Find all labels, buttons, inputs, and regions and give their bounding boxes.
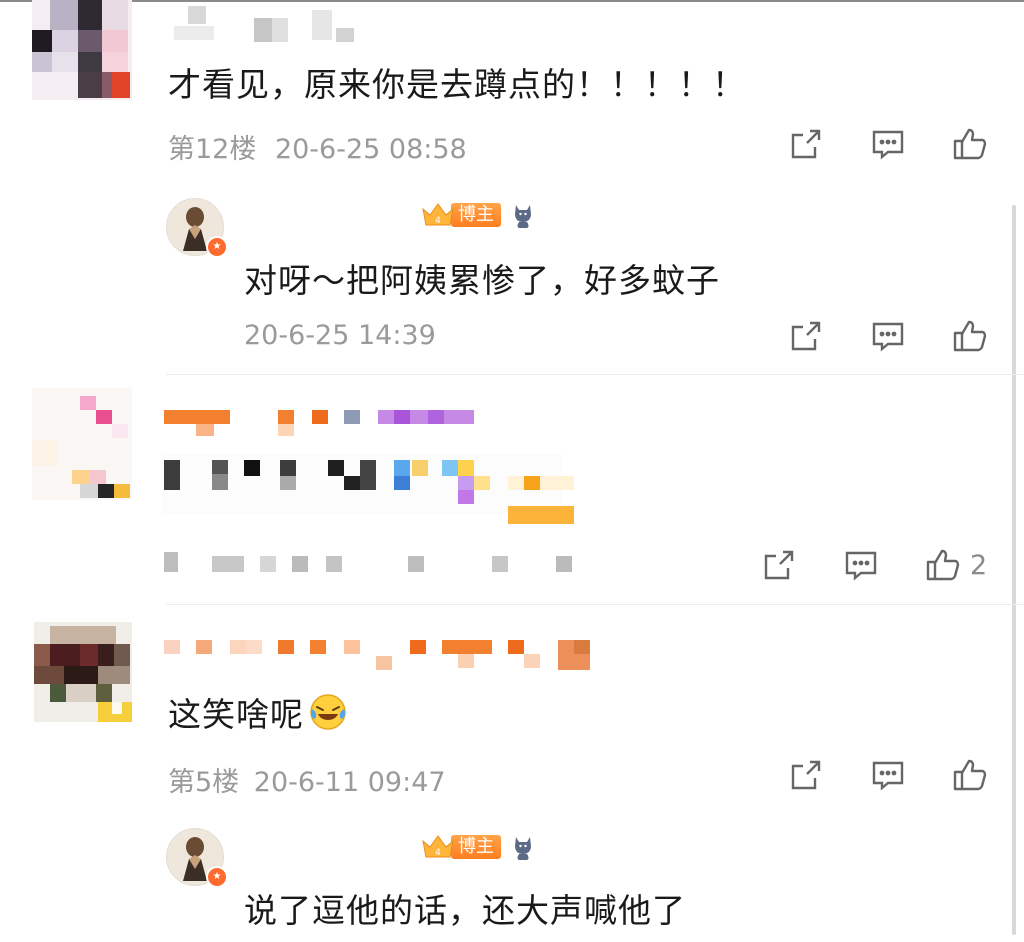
cat-icon: [511, 201, 535, 229]
timestamp: 20-6-25 08:58: [274, 134, 467, 165]
reply-item-3: ★ 4 博主 说了逗他的话，还大声喊他了: [0, 812, 1024, 942]
comment-text-content: 这笑啥呢: [168, 695, 304, 734]
thumbs-up-icon[interactable]: [951, 125, 989, 163]
comment-meta-pixelated: [162, 552, 582, 576]
user-avatar-pixelated[interactable]: [32, 0, 132, 100]
thumbs-up-icon[interactable]: [924, 546, 962, 584]
comment-item-2: 2: [0, 376, 1024, 604]
like-count: 2: [970, 549, 988, 581]
share-icon[interactable]: [787, 317, 825, 355]
comment-divider: [166, 604, 1024, 605]
share-icon[interactable]: [787, 125, 825, 163]
timestamp: 20-6-11 09:47: [253, 767, 446, 798]
username-pixelated[interactable]: [162, 408, 482, 438]
comment-item-3: 这笑啥呢 第5楼 20-6-11 09:47: [0, 606, 1024, 806]
comment-actions: [787, 125, 989, 163]
crown-level-icon: 4: [421, 833, 455, 861]
svg-text:4: 4: [435, 848, 441, 858]
reply-text: 对呀～把阿姨累惨了，好多蚊子: [244, 261, 720, 300]
comment-actions: 2: [760, 546, 987, 584]
laugh-cry-emoji-icon: [308, 692, 348, 732]
user-avatar-pixelated[interactable]: [34, 622, 132, 722]
comment-icon[interactable]: [869, 125, 907, 163]
comment-divider: [166, 374, 1024, 375]
share-icon[interactable]: [760, 546, 798, 584]
comment-text: 才看见，原来你是去蹲点的！！！！！: [168, 65, 746, 104]
cat-icon: [511, 833, 535, 861]
svg-text:4: 4: [435, 216, 441, 226]
reply-actions: [787, 317, 989, 355]
reply-text: 说了逗他的话，还大声喊他了: [244, 891, 686, 930]
crown-level-icon: 4: [421, 201, 455, 229]
share-icon[interactable]: [787, 756, 825, 794]
comment-text: 这笑啥呢: [168, 688, 348, 736]
comment-icon[interactable]: [842, 546, 880, 584]
reply-timestamp: 20-6-25 14:39: [244, 320, 436, 351]
comment-meta: 第12楼 20-6-25 08:58: [168, 127, 467, 166]
blogger-badge: 4 博主: [421, 200, 535, 230]
verified-badge-icon: ★: [206, 866, 228, 888]
blogger-label: 博主: [451, 835, 501, 859]
username-pixelated[interactable]: [162, 638, 602, 672]
comment-icon[interactable]: [869, 317, 907, 355]
thumbs-up-icon[interactable]: [951, 756, 989, 794]
comment-item-1: 才看见，原来你是去蹲点的！！！！！ 第12楼 20-6-25 08:58: [0, 0, 1024, 180]
blogger-badge: 4 博主: [421, 832, 535, 862]
verified-badge-icon: ★: [206, 236, 228, 258]
reply-item-1: ★ 4 博主 对呀～把阿姨累惨了，好多蚊子 20-6-25 14:39: [0, 180, 1024, 370]
comment-text-pixelated: [162, 454, 582, 526]
floor-number: 第12楼: [168, 134, 257, 165]
user-avatar-pixelated[interactable]: [32, 388, 132, 500]
blogger-label: 博主: [451, 203, 501, 227]
thumbs-up-icon[interactable]: [951, 317, 989, 355]
comment-icon[interactable]: [869, 756, 907, 794]
floor-number: 第5楼: [168, 767, 240, 798]
comment-actions: [787, 756, 989, 794]
username-pixelated[interactable]: [170, 0, 370, 50]
comment-meta: 第5楼 20-6-11 09:47: [168, 760, 446, 799]
